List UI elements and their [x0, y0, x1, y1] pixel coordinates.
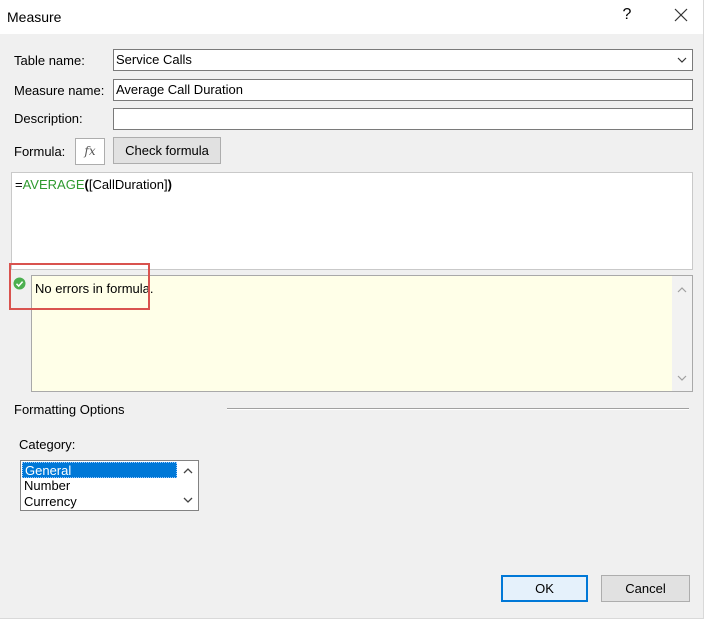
scroll-up-icon[interactable] [677, 286, 687, 294]
highlight-annotation [9, 263, 150, 310]
measure-name-label: Measure name: [14, 83, 105, 98]
formula-close-paren: ) [167, 177, 172, 192]
formula-argument: [CallDuration] [88, 177, 168, 192]
category-listbox[interactable]: General Number Currency [20, 460, 199, 511]
title-bar: Measure ? [0, 0, 703, 34]
formula-prefix: = [15, 177, 23, 192]
table-name-value: Service Calls [116, 52, 192, 67]
measure-dialog: Measure ? Table name: Service Calls Meas… [0, 0, 704, 619]
formula-editor[interactable]: =AVERAGE([CallDuration]) [11, 172, 693, 270]
close-button[interactable] [671, 4, 691, 26]
dialog-title: Measure [7, 9, 62, 25]
scroll-down-icon[interactable] [677, 374, 687, 382]
scroll-down-icon[interactable] [183, 496, 193, 504]
chevron-down-icon [677, 57, 687, 63]
insert-function-button[interactable]: fx [75, 138, 105, 165]
formula-function: AVERAGE [22, 177, 85, 192]
scroll-up-icon[interactable] [183, 467, 193, 475]
close-icon [674, 8, 688, 22]
cancel-button[interactable]: Cancel [601, 575, 690, 602]
category-item-number[interactable]: Number [22, 478, 177, 494]
status-scrollbar[interactable] [672, 276, 692, 391]
table-name-dropdown[interactable]: Service Calls [113, 49, 693, 71]
measure-name-input[interactable]: Average Call Duration [113, 79, 693, 101]
help-button[interactable]: ? [619, 6, 635, 24]
formatting-options-heading: Formatting Options [14, 402, 125, 417]
category-item-general[interactable]: General [22, 462, 177, 478]
table-name-label: Table name: [14, 53, 85, 68]
description-label: Description: [14, 111, 83, 126]
formula-label: Formula: [14, 144, 66, 159]
category-item-currency[interactable]: Currency [22, 494, 177, 510]
category-scrollbar[interactable] [178, 461, 198, 510]
check-formula-button[interactable]: Check formula [113, 137, 221, 164]
section-divider [227, 408, 689, 410]
ok-button[interactable]: OK [501, 575, 588, 602]
category-label: Category: [19, 437, 76, 452]
description-input[interactable] [113, 108, 693, 130]
